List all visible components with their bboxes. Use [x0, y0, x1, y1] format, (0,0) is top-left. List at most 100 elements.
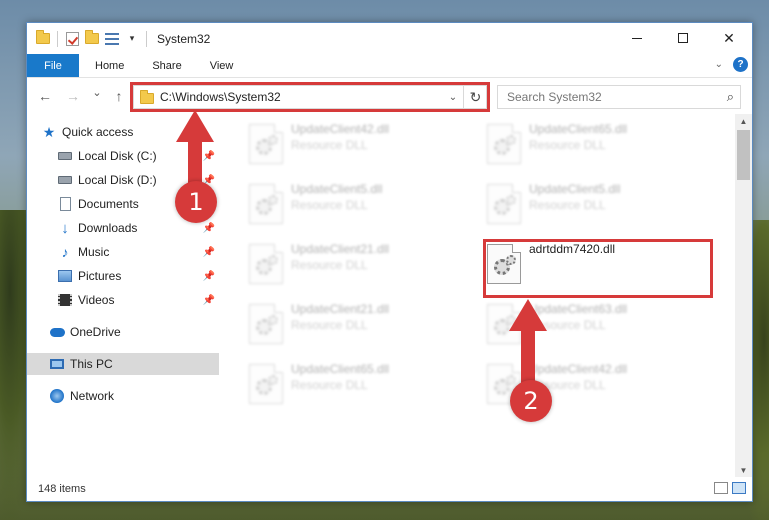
address-path[interactable]: C:\Windows\System32	[160, 90, 444, 104]
list-item[interactable]: UpdateClient5.dll Resource DLL	[479, 180, 709, 230]
scroll-up-arrow-icon[interactable]: ▲	[735, 114, 752, 128]
large-icons-view-icon[interactable]	[732, 482, 746, 494]
content-area: ★ Quick access Local Disk (C:) 📌 Local D…	[27, 114, 752, 477]
sidebar-item-label: Local Disk (C:)	[78, 149, 157, 163]
sidebar-item-label: Music	[78, 245, 110, 259]
sidebar-item-network[interactable]: Network	[49, 385, 219, 407]
file-explorer-window: ▾ System32 ✕ File Home Share View ⌄ ? ← …	[26, 22, 753, 502]
item-count: 148 items	[38, 483, 86, 495]
help-icon[interactable]: ?	[733, 57, 748, 72]
ribbon-tabs: File Home Share View ⌄ ?	[27, 54, 752, 78]
dll-file-icon	[249, 304, 283, 344]
maximize-icon	[678, 33, 688, 43]
callout-arrow-2	[509, 299, 547, 383]
recent-locations-button[interactable]: ⌄	[87, 82, 107, 102]
sidebar-item-onedrive[interactable]: OneDrive	[49, 321, 219, 343]
window-controls: ✕	[614, 23, 752, 53]
list-item[interactable]: UpdateClient65.dll Resource DLL	[241, 360, 471, 410]
list-item[interactable]: UpdateClient5.dll Resource DLL	[241, 180, 471, 230]
pc-icon	[49, 356, 65, 372]
vertical-scrollbar[interactable]: ▲ ▼	[735, 114, 752, 477]
up-button[interactable]: ↑	[109, 86, 129, 106]
file-list: UpdateClient42.dll Resource DLL UpdateCli…	[219, 114, 735, 477]
pin-icon[interactable]: 📌	[203, 223, 215, 234]
sidebar-item-label: Videos	[78, 293, 115, 307]
tab-view[interactable]: View	[196, 54, 248, 77]
sidebar-item-label: Documents	[78, 197, 139, 211]
dll-file-icon	[487, 184, 521, 224]
address-dropdown-icon[interactable]: ⌄	[444, 92, 462, 103]
window-title: System32	[157, 31, 211, 46]
status-bar: 148 items	[27, 477, 752, 501]
list-item[interactable]: UpdateClient21.dll Resource DLL	[241, 240, 471, 290]
close-button[interactable]: ✕	[706, 23, 752, 53]
pictures-icon	[57, 268, 73, 284]
ribbon-right-controls: ⌄ ?	[715, 57, 748, 72]
sidebar-item-this-pc[interactable]: This PC	[27, 353, 219, 375]
search-placeholder: Search System32	[507, 90, 602, 104]
toolbar-divider	[146, 30, 147, 47]
file-description: Resource DLL	[291, 318, 368, 332]
drive-icon	[57, 172, 73, 188]
navigation-bar: ← → ⌄ ↑ C:\Windows\System32 ⌄ ↻ Search S…	[27, 78, 752, 114]
details-view-icon[interactable]	[714, 482, 728, 494]
star-icon: ★	[42, 123, 56, 140]
drive-icon	[57, 148, 73, 164]
sidebar-item-label: Network	[70, 389, 115, 403]
forward-button[interactable]: →	[63, 86, 83, 106]
sidebar-item-label: Quick access	[62, 125, 134, 139]
search-box[interactable]: Search System32 ⌕	[497, 85, 741, 109]
videos-icon	[57, 292, 73, 308]
minimize-button[interactable]	[614, 23, 660, 53]
tab-share[interactable]: Share	[140, 54, 195, 77]
back-button[interactable]: ←	[35, 86, 55, 106]
pin-icon[interactable]: 📌	[203, 295, 215, 306]
tab-home[interactable]: Home	[79, 54, 140, 77]
sidebar-item-music[interactable]: ♪ Music 📌	[57, 241, 219, 263]
sidebar-item-label: Downloads	[78, 221, 138, 235]
expand-ribbon-chevron-icon[interactable]: ⌄	[715, 59, 723, 70]
file-name: adrtddm7420.dll	[529, 242, 616, 256]
new-folder-icon[interactable]	[84, 30, 100, 47]
sidebar-item-label: Pictures	[78, 269, 122, 283]
sidebar-item-label: OneDrive	[70, 325, 121, 339]
dll-file-icon	[487, 244, 521, 284]
file-name: UpdateClient5.dll	[529, 182, 621, 196]
target-dll-file[interactable]: adrtddm7420.dll	[479, 240, 709, 290]
properties-check-icon[interactable]	[64, 31, 80, 47]
file-name: UpdateClient65.dll	[291, 362, 390, 376]
sidebar-item-videos[interactable]: Videos 📌	[57, 289, 219, 311]
sidebar-item-pictures[interactable]: Pictures 📌	[57, 265, 219, 287]
address-bar[interactable]: C:\Windows\System32 ⌄	[133, 85, 487, 109]
search-icon[interactable]: ⌕	[727, 89, 734, 105]
maximize-button[interactable]	[660, 23, 706, 53]
refresh-button[interactable]: ↻	[463, 85, 487, 109]
dll-file-icon	[249, 184, 283, 224]
pin-icon[interactable]: 📌	[203, 247, 215, 258]
file-name: UpdateClient65.dll	[529, 122, 628, 136]
download-icon: ↓	[61, 219, 69, 237]
sidebar-item-label: Local Disk (D:)	[78, 173, 157, 187]
pin-icon[interactable]: 📌	[203, 271, 215, 282]
scrollbar-thumb[interactable]	[737, 130, 750, 180]
file-name: UpdateClient21.dll	[291, 302, 390, 316]
scroll-down-arrow-icon[interactable]: ▼	[735, 463, 752, 477]
list-item[interactable]: UpdateClient65.dll Resource DLL	[479, 120, 709, 170]
address-folder-icon	[140, 90, 154, 104]
list-item[interactable]: UpdateClient21.dll Resource DLL	[241, 300, 471, 350]
view-options-icon[interactable]	[104, 31, 120, 47]
quick-access-toolbar: ▾	[35, 30, 149, 47]
title-bar: ▾ System32 ✕	[27, 23, 752, 54]
network-icon	[49, 388, 65, 404]
onedrive-icon	[49, 324, 65, 340]
dll-file-icon	[249, 364, 283, 404]
list-item[interactable]: UpdateClient42.dll Resource DLL	[241, 120, 471, 170]
dll-file-icon	[487, 124, 521, 164]
folder-icon[interactable]	[35, 30, 51, 47]
customize-toolbar-chevron-icon[interactable]: ▾	[124, 31, 140, 47]
tab-file[interactable]: File	[27, 54, 79, 77]
file-name: UpdateClient42.dll	[291, 122, 390, 136]
view-toggle	[714, 482, 746, 494]
file-name: UpdateClient21.dll	[291, 242, 390, 256]
dll-file-icon	[249, 244, 283, 284]
